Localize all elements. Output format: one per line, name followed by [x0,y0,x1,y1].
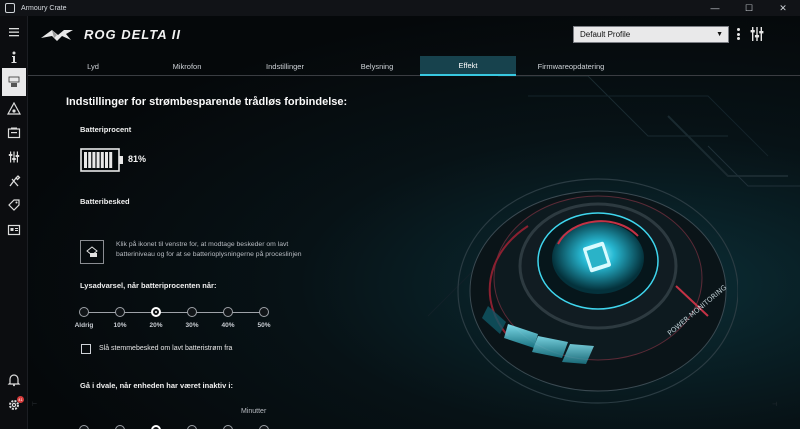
headset-device-icon [8,76,20,87]
profile-dropdown[interactable]: Default Profile ▼ [573,26,729,43]
tab-lyd[interactable]: Lyd [48,56,138,76]
battery-label: Batteriprocent [80,125,132,134]
settings-sliders-icon[interactable] [3,146,25,168]
window-title: Armoury Crate [21,4,67,12]
rog-logo-icon [41,30,73,41]
settings-gear-icon[interactable]: 41 [3,394,25,416]
aura-sync-icon[interactable] [3,98,25,120]
sleep-slider-node[interactable] [187,425,197,429]
battery-cell [100,152,104,168]
tab-bar: Lyd Mikrofon Indstillinger Belysning Eff… [28,56,800,76]
section-title: Indstillinger for strømbesparende trådlø… [66,96,348,108]
sidebar: 41 [0,16,28,429]
sleep-unit-label: Minutter [241,408,267,415]
light-warning-option-node[interactable] [223,307,233,317]
window-titlebar: Armoury Crate — ☐ ✕ [0,0,800,16]
tab-effekt[interactable]: Effekt [420,56,516,76]
battery-percent: 81% [128,154,147,164]
news-icon[interactable] [3,219,25,241]
sleep-slider-node[interactable] [115,425,125,429]
game-library-icon[interactable] [3,122,25,144]
corner-marker: ⊣ [772,402,778,408]
headset-power-illustration: POWER MONITORING [457,178,738,404]
battery-cell [105,152,108,168]
battery-message-description: Klik på ikonet til venstre for, at modta… [116,241,302,258]
light-warning-option-label: 40% [221,322,235,329]
sidebar-item-device[interactable] [2,68,26,96]
battery-cell [109,152,113,168]
tab-indstillinger[interactable]: Indstillinger [236,56,334,76]
sleep-slider-node-selected[interactable] [151,425,161,429]
light-warning-option-node[interactable] [187,307,197,317]
notification-badge: 41 [17,396,24,403]
close-button[interactable]: ✕ [766,0,800,16]
sleep-slider-node[interactable] [223,425,233,429]
light-warning-option-label: 30% [185,322,199,329]
maximize-button[interactable]: ☐ [732,0,766,16]
voice-message-checkbox[interactable] [81,344,91,354]
tab-firmwareopdatering[interactable]: Firmwareopdatering [516,56,626,76]
battery-notify-icon [86,246,98,257]
deals-tag-icon[interactable] [3,194,25,216]
battery-cell [88,152,92,168]
info-icon[interactable] [3,46,25,68]
menu-icon[interactable] [3,21,25,43]
battery-icon [80,148,123,172]
corner-marker: ⊢ [32,402,38,408]
light-warning-option-label: 50% [257,322,271,329]
tab-belysning[interactable]: Belysning [334,56,420,76]
battery-cell [92,152,96,168]
main-panel: ROG DELTA II Default Profile ▼ Lyd Mikro… [28,16,800,429]
light-warning-slider-track[interactable] [84,312,264,313]
equalizer-icon[interactable] [750,25,764,43]
battery-message-label: Batteribesked [80,197,130,206]
more-options-icon[interactable] [734,26,742,42]
battery-notification-toggle[interactable] [80,240,104,264]
voice-message-checkbox-label: Slå stemmebesked om lavt batteristrøm fr… [99,345,233,352]
light-warning-option-label: Aldrig [74,322,94,329]
light-warning-option-label: 10% [113,322,127,329]
battery-cell [96,152,100,168]
tools-icon[interactable] [3,170,25,192]
tab-mikrofon[interactable]: Mikrofon [138,56,236,76]
app-icon [5,3,15,13]
light-warning-option-label: 20% [149,322,163,329]
light-warning-label: Lysadvarsel, når batteriprocenten når: [80,281,217,290]
profile-selected-value: Default Profile [580,30,631,39]
sleep-slider-node[interactable] [79,425,89,429]
chevron-down-icon: ▼ [716,31,723,38]
light-warning-option-node[interactable] [115,307,125,317]
notification-bell-icon[interactable] [3,369,25,391]
product-title: ROG DELTA II [84,27,181,42]
light-warning-option-node[interactable] [151,307,161,317]
light-warning-option-node[interactable] [79,307,89,317]
minimize-button[interactable]: — [698,0,732,16]
header: ROG DELTA II Default Profile ▼ [28,16,800,56]
battery-cell [84,152,87,168]
sleep-label: Gå i dvale, når enheden har været inakti… [80,381,233,390]
light-warning-option-node[interactable] [259,307,269,317]
sleep-slider-node[interactable] [259,425,269,429]
